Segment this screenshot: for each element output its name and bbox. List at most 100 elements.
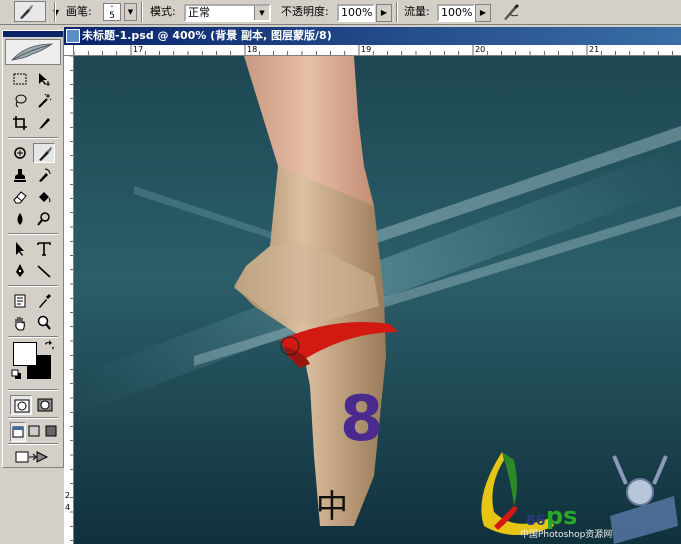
quickmask-mode-icon bbox=[37, 398, 53, 412]
ruler-ticks bbox=[70, 56, 73, 541]
ruler-label: 20 bbox=[475, 45, 486, 54]
brush-icon bbox=[20, 5, 33, 19]
brush-size-picker[interactable]: · 5 bbox=[103, 3, 121, 21]
crop-tool[interactable] bbox=[9, 113, 31, 133]
mode-label: 模式: bbox=[150, 5, 176, 18]
move-icon bbox=[39, 73, 50, 86]
move-tool[interactable] bbox=[33, 69, 55, 89]
triangle-right-icon: ▶ bbox=[380, 8, 388, 17]
foreground-color-swatch[interactable] bbox=[13, 342, 37, 366]
ballet-shoe-image bbox=[74, 56, 681, 544]
toolbox-divider bbox=[8, 285, 58, 287]
marquee-tool[interactable] bbox=[9, 69, 31, 89]
opacity-input[interactable]: 100% bbox=[337, 4, 375, 22]
standard-mode-button[interactable] bbox=[10, 395, 32, 415]
watermark-subtitle: 中国Photoshop资源网 bbox=[520, 530, 613, 540]
slice-icon bbox=[39, 118, 50, 129]
ruler-label: 2 bbox=[65, 491, 71, 500]
brush-size-value: 5 bbox=[109, 11, 115, 21]
dodge-icon bbox=[37, 212, 50, 226]
default-colors-icon bbox=[11, 369, 21, 379]
ruler-origin[interactable] bbox=[64, 45, 74, 56]
image-canvas[interactable]: 8 中 86 ps 中国Photoshop资源网 bbox=[74, 56, 681, 544]
eyedropper-icon bbox=[39, 294, 51, 308]
clone-stamp-tool[interactable] bbox=[9, 165, 31, 185]
toolbox bbox=[2, 30, 64, 468]
zoom-icon bbox=[37, 315, 51, 330]
brush-tool[interactable] bbox=[33, 143, 55, 163]
crop-icon bbox=[13, 116, 27, 130]
watermark-number: 86 bbox=[526, 513, 546, 529]
default-colors-button[interactable] bbox=[11, 369, 23, 381]
dodge-tool[interactable] bbox=[33, 209, 55, 229]
type-tool[interactable] bbox=[33, 239, 55, 259]
paint-bucket-tool[interactable] bbox=[33, 187, 55, 207]
document-window: 未标题-1.psd @ 400% (背景 副本, 图层蒙版/8) 17 18 1… bbox=[64, 27, 681, 544]
eraser-tool[interactable] bbox=[9, 187, 31, 207]
path-select-icon bbox=[16, 242, 24, 256]
lasso-tool[interactable] bbox=[9, 91, 31, 111]
magic-wand-icon bbox=[38, 93, 52, 108]
toolbox-divider bbox=[8, 443, 58, 445]
toolbox-title-bar[interactable] bbox=[3, 31, 63, 37]
hand-tool[interactable] bbox=[9, 313, 31, 333]
line-tool[interactable] bbox=[33, 261, 55, 281]
slice-tool[interactable] bbox=[33, 113, 55, 133]
flow-input[interactable]: 100% bbox=[437, 4, 475, 22]
opacity-label: 不透明度: bbox=[281, 5, 329, 18]
type-icon bbox=[37, 242, 51, 256]
document-title-bar[interactable]: 未标题-1.psd @ 400% (背景 副本, 图层蒙版/8) bbox=[64, 27, 681, 45]
eyedropper-tool[interactable] bbox=[33, 291, 55, 311]
opacity-slider-button[interactable]: ▶ bbox=[376, 4, 392, 22]
photoshop-doc-icon bbox=[66, 29, 80, 43]
pen-tool[interactable] bbox=[9, 261, 31, 281]
ruler-label: 17 bbox=[133, 45, 144, 54]
screen-mode-full-menu-button[interactable] bbox=[27, 422, 43, 442]
airbrush-icon bbox=[504, 4, 519, 20]
adobe-online-button[interactable] bbox=[5, 39, 61, 65]
mode-value: 正常 bbox=[188, 6, 210, 19]
swap-colors-button[interactable] bbox=[43, 340, 55, 352]
history-brush-icon bbox=[39, 168, 51, 182]
quickmask-mode-button[interactable] bbox=[34, 395, 56, 415]
feather-icon bbox=[10, 43, 54, 61]
swap-colors-icon bbox=[45, 340, 54, 350]
healing-brush-tool[interactable] bbox=[9, 143, 31, 163]
chevron-down-icon: ▼ bbox=[127, 8, 134, 16]
blur-tool[interactable] bbox=[9, 209, 31, 229]
vertical-ruler[interactable]: 2 4 bbox=[64, 56, 74, 544]
path-select-tool[interactable] bbox=[9, 239, 31, 259]
watermark-ps: ps bbox=[546, 502, 578, 530]
screen-mode-full-button[interactable] bbox=[44, 422, 60, 442]
brush-dropdown-button[interactable]: ▼ bbox=[124, 3, 137, 21]
toolbox-divider bbox=[8, 233, 58, 235]
screen-mode-standard-button[interactable] bbox=[10, 422, 26, 442]
separator bbox=[396, 2, 398, 22]
options-bar: ▼ 画笔: · 5 ▼ 模式: 正常 ▼ 不透明度: 100% ▶ 流量: 10… bbox=[0, 0, 681, 25]
notes-tool[interactable] bbox=[9, 291, 31, 311]
jump-to-imageready-button[interactable] bbox=[10, 447, 54, 467]
magic-wand-tool[interactable] bbox=[33, 91, 55, 111]
mode-select[interactable]: 正常 ▼ bbox=[184, 4, 271, 22]
flow-label: 流量: bbox=[404, 5, 430, 18]
hand-icon bbox=[15, 317, 25, 331]
ruler-label: 21 bbox=[589, 45, 600, 54]
toolbox-divider bbox=[8, 417, 58, 419]
partial-text-label: 中 bbox=[316, 487, 349, 525]
blur-icon bbox=[17, 213, 23, 225]
flow-slider-button[interactable]: ▶ bbox=[475, 4, 491, 22]
history-brush-tool[interactable] bbox=[33, 165, 55, 185]
screen-mode-icon bbox=[12, 426, 24, 438]
airbrush-button[interactable] bbox=[501, 2, 523, 22]
healing-brush-icon bbox=[14, 147, 26, 159]
marquee-icon bbox=[13, 73, 27, 85]
brush-label: 画笔: bbox=[66, 5, 92, 18]
zoom-tool[interactable] bbox=[33, 313, 55, 333]
shoe-number-label: 8 bbox=[340, 382, 384, 455]
tool-preset-picker[interactable]: ▼ bbox=[14, 1, 59, 22]
horizontal-ruler[interactable]: 17 18 19 20 21 bbox=[74, 45, 681, 56]
lasso-icon bbox=[15, 94, 27, 108]
clone-stamp-icon bbox=[14, 169, 26, 182]
triangle-right-icon: ▶ bbox=[479, 8, 487, 17]
paint-bucket-icon bbox=[39, 192, 51, 203]
